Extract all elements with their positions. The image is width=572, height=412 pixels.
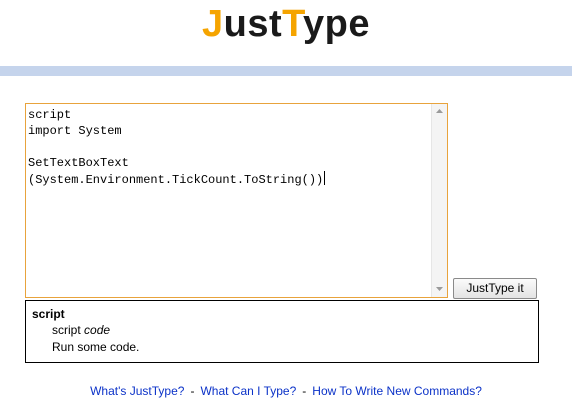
- help-usage: script code: [52, 323, 110, 337]
- code-editor-content[interactable]: script import System​SetTextBoxText (Syste…: [26, 104, 431, 297]
- code-line: ​: [28, 139, 429, 155]
- vertical-scrollbar[interactable]: [431, 104, 447, 297]
- usage-command: script: [52, 323, 81, 337]
- code-line: script: [28, 108, 72, 122]
- logo-letter-j: J: [201, 3, 224, 45]
- code-textarea[interactable]: script import System​SetTextBoxText (Syste…: [25, 103, 448, 298]
- code-line-last: (System.Environment.TickCount.ToString()…: [28, 171, 429, 188]
- header-band: [0, 66, 572, 76]
- help-description: Run some code.: [52, 340, 140, 354]
- logo-text-ype: ype: [303, 3, 371, 45]
- command-help-panel: script script code Run some code.: [25, 300, 539, 363]
- footer-separator: -: [302, 384, 307, 398]
- link-whats-justtype[interactable]: What's JustType?: [90, 384, 184, 398]
- usage-argument: code: [84, 323, 111, 337]
- code-line: import System: [28, 124, 122, 138]
- chevron-up-icon: [436, 109, 443, 113]
- footer-separator: -: [190, 384, 195, 398]
- justtype-it-button[interactable]: JustType it: [453, 278, 537, 299]
- text-caret: [324, 171, 326, 185]
- code-line-text: (System.Environment.TickCount.ToString()…: [28, 173, 324, 187]
- page: JustType script import System​SetTextBoxT…: [0, 0, 572, 412]
- app-logo: JustType: [0, 2, 572, 46]
- link-how-to-write-commands[interactable]: How To Write New Commands?: [312, 384, 482, 398]
- chevron-down-icon: [436, 287, 443, 291]
- link-what-can-i-type[interactable]: What Can I Type?: [200, 384, 296, 398]
- code-line: SetTextBoxText: [28, 156, 129, 170]
- logo-letter-t: T: [282, 3, 304, 45]
- help-command-title: script: [32, 307, 65, 321]
- footer-links: What's JustType? - What Can I Type? - How To…: [0, 384, 572, 398]
- scroll-down-button[interactable]: [432, 282, 447, 297]
- logo-text-ust: ust: [223, 3, 283, 45]
- scroll-up-button[interactable]: [432, 104, 447, 119]
